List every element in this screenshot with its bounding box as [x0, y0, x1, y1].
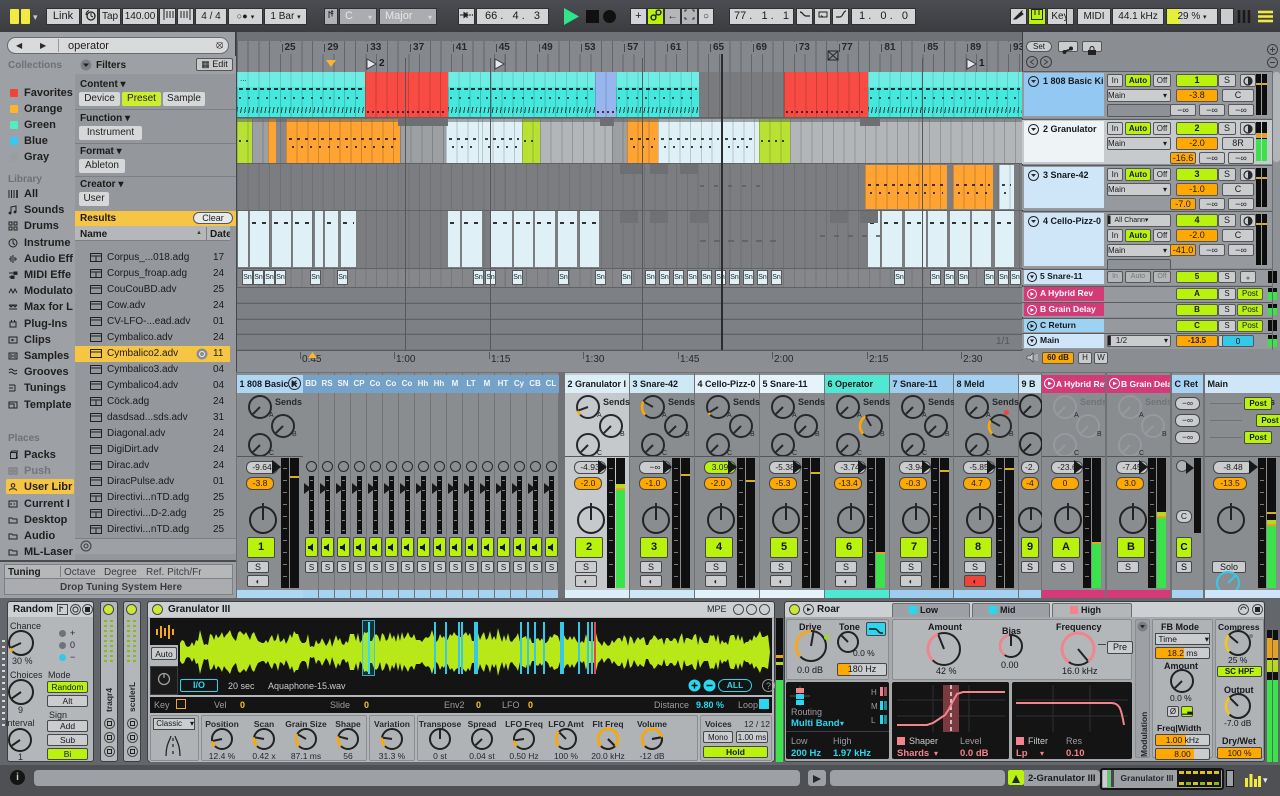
svg-text:?: ?: [766, 681, 771, 691]
